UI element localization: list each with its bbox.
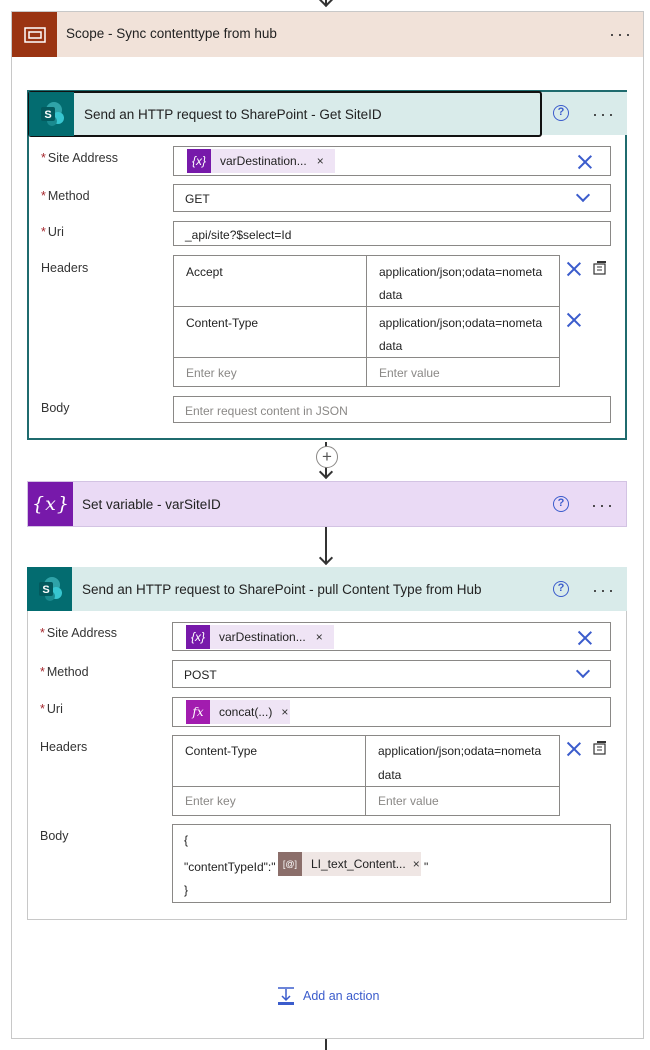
header-value-cell[interactable]: application/json;odata=nometa data <box>366 255 560 307</box>
insert-step-icon[interactable]: + <box>316 446 338 468</box>
headers-label: Headers <box>40 740 88 754</box>
token-remove-icon[interactable]: × <box>281 705 288 719</box>
chevron-down-icon[interactable] <box>575 187 591 203</box>
scope-more-icon[interactable]: ··· <box>609 25 633 43</box>
action-get-siteid: S Send an HTTP request to SharePoint - G… <box>27 90 627 440</box>
uri-label: * Uri <box>40 702 63 716</box>
site-address-label: * Site Address <box>41 151 119 165</box>
body-label: Body <box>41 401 70 415</box>
variable-token[interactable]: {x} varDestination... × <box>186 625 334 649</box>
site-address-label: * Site Address <box>40 626 118 640</box>
connector-top-arrow <box>318 0 334 8</box>
function-icon: fx <box>186 700 210 724</box>
expression-token[interactable]: fx concat(...) × <box>186 700 290 724</box>
header-key-cell[interactable]: Accept <box>173 255 367 307</box>
chevron-down-icon[interactable] <box>575 663 591 679</box>
action-pull-content-type-header[interactable]: S Send an HTTP request to SharePoint - p… <box>27 567 627 611</box>
action-set-variable[interactable]: {x} Set variable - varSiteID ? ··· <box>27 481 627 527</box>
sharepoint-icon: S <box>29 92 74 136</box>
svg-text:S: S <box>44 109 51 121</box>
action-get-siteid-header[interactable]: S Send an HTTP request to SharePoint - G… <box>28 91 542 137</box>
site-address-field[interactable]: {x} varDestination... × <box>173 146 611 176</box>
header-key-cell[interactable]: Content-Type <box>173 306 367 358</box>
uri-label: * Uri <box>41 225 64 239</box>
sharepoint-icon: S <box>27 567 72 611</box>
more-options-icon[interactable]: ··· <box>591 496 615 514</box>
svg-text:S: S <box>42 584 49 596</box>
dynamic-content-token[interactable]: [@] LI_text_Content... × <box>278 852 421 876</box>
add-action-icon <box>278 987 294 1005</box>
method-select[interactable]: GET <box>173 184 611 212</box>
header-key-input[interactable]: Enter key <box>172 786 366 816</box>
method-label: * Method <box>41 189 90 203</box>
dynamic-content-icon: [@] <box>278 852 302 876</box>
help-icon[interactable]: ? <box>553 105 569 121</box>
header-value-cell[interactable]: application/json;odata=nometa data <box>365 735 560 787</box>
site-address-field[interactable]: {x} varDestination... × <box>172 622 611 651</box>
connector-bottom <box>325 1039 327 1050</box>
header-value-input[interactable]: Enter value <box>365 786 560 816</box>
method-select[interactable]: POST <box>172 660 611 688</box>
help-icon[interactable]: ? <box>553 581 569 597</box>
more-options-icon[interactable]: ··· <box>592 581 616 599</box>
token-remove-icon[interactable]: × <box>317 154 324 168</box>
method-label: * Method <box>40 665 89 679</box>
clear-icon[interactable] <box>578 631 592 645</box>
add-action-button[interactable]: Add an action <box>276 986 379 1006</box>
headers-label: Headers <box>41 261 89 275</box>
token-remove-icon[interactable]: × <box>316 630 323 644</box>
clear-icon[interactable] <box>578 155 592 169</box>
action-get-siteid-title: Send an HTTP request to SharePoint - Get… <box>84 107 382 122</box>
action-pull-content-type: S Send an HTTP request to SharePoint - p… <box>27 567 627 920</box>
header-key-input[interactable]: Enter key <box>173 357 367 387</box>
header-value-cell[interactable]: application/json;odata=nometa data <box>366 306 560 358</box>
switch-to-text-icon[interactable] <box>592 740 608 759</box>
action-pull-content-type-title: Send an HTTP request to SharePoint - pul… <box>82 582 482 597</box>
scope-header[interactable]: Scope - Sync contenttype from hub ··· <box>12 12 643 57</box>
uri-field[interactable]: _api/site?$select=Id <box>173 221 611 246</box>
variable-icon: {x} <box>186 625 210 649</box>
scope-title: Scope - Sync contenttype from hub <box>66 26 277 41</box>
header-value-input[interactable]: Enter value <box>366 357 560 387</box>
remove-header-icon[interactable] <box>567 262 581 276</box>
more-options-icon[interactable]: ··· <box>592 105 616 123</box>
remove-header-icon[interactable] <box>567 742 581 756</box>
action-set-variable-title: Set variable - varSiteID <box>82 497 221 512</box>
variable-icon: {x} <box>28 482 73 526</box>
header-key-cell[interactable]: Content-Type <box>172 735 366 787</box>
body-field[interactable]: Enter request content in JSON <box>173 396 611 423</box>
remove-header-icon[interactable] <box>567 313 581 327</box>
uri-field[interactable]: fx concat(...) × <box>172 697 611 727</box>
switch-to-text-icon[interactable] <box>592 260 608 279</box>
body-label: Body <box>40 829 69 843</box>
help-icon[interactable]: ? <box>553 496 569 512</box>
body-field[interactable]: { "contentTypeId":" [@] LI_text_Content.… <box>172 824 611 903</box>
add-action-label: Add an action <box>303 989 380 1003</box>
variable-token[interactable]: {x} varDestination... × <box>187 149 335 173</box>
scope-icon <box>12 12 57 57</box>
token-remove-icon[interactable]: × <box>413 857 420 871</box>
variable-icon: {x} <box>187 149 211 173</box>
